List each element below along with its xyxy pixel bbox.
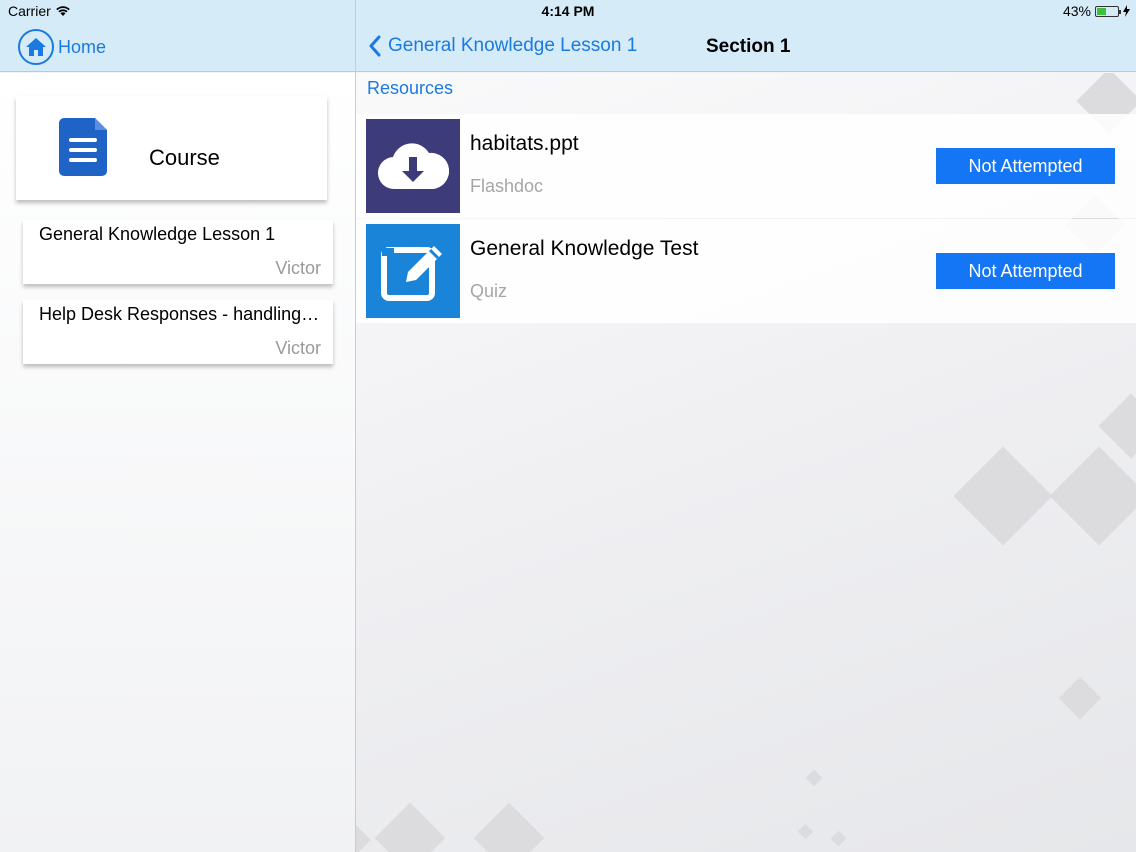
- charging-icon: [1123, 5, 1130, 17]
- background-decoration: [1098, 393, 1136, 459]
- lesson-item[interactable]: Help Desk Responses - handling difficult…: [23, 300, 333, 364]
- battery-icon: [1095, 5, 1121, 17]
- resource-type: Quiz: [470, 281, 508, 301]
- lesson-title: Help Desk Responses - handling difficult…: [39, 304, 324, 324]
- battery-percent: 43%: [1062, 3, 1091, 19]
- course-label: Course: [149, 145, 220, 170]
- background-decoration: [797, 823, 814, 840]
- background-decoration: [953, 446, 1053, 546]
- background-decoration: [1049, 446, 1136, 546]
- sidebar: Course General Knowledge Lesson 1 Victor…: [0, 73, 355, 852]
- main-content: Resources habitats.ppt Flashdoc Not Atte…: [356, 73, 1136, 852]
- home-icon: [18, 29, 54, 65]
- home-button[interactable]: Home: [18, 29, 106, 65]
- cloud-download-icon: [378, 143, 449, 190]
- resource-row[interactable]: General Knowledge Test Quiz Not Attempte…: [356, 219, 1136, 323]
- document-icon: [59, 118, 107, 176]
- clock: 4:14 PM: [541, 3, 595, 19]
- lesson-author: Victor: [275, 258, 321, 278]
- course-card[interactable]: Course: [16, 96, 327, 200]
- background-decoration: [830, 830, 847, 847]
- resource-row[interactable]: habitats.ppt Flashdoc Not Attempted: [356, 114, 1136, 218]
- lesson-item[interactable]: General Knowledge Lesson 1 Victor: [23, 220, 333, 284]
- background-decoration: [1058, 676, 1102, 720]
- background-decoration: [473, 802, 545, 852]
- status-button[interactable]: Not Attempted: [936, 253, 1115, 289]
- resource-type: Flashdoc: [470, 176, 544, 196]
- section-header: Resources: [367, 78, 454, 98]
- lesson-title: General Knowledge Lesson 1: [39, 224, 276, 244]
- lesson-author: Victor: [275, 338, 321, 358]
- status-bar: Carrier 4:14 PM 43%: [0, 0, 1136, 22]
- battery-status: 43%: [1063, 3, 1130, 19]
- background-decoration: [805, 769, 823, 787]
- background-decoration: [374, 802, 446, 852]
- home-label: Home: [58, 36, 107, 57]
- status-button[interactable]: Not Attempted: [936, 148, 1115, 184]
- resource-thumbnail: [366, 119, 460, 213]
- back-label: General Knowledge Lesson 1: [388, 35, 638, 56]
- resource-name: General Knowledge Test: [470, 237, 699, 260]
- chevron-left-icon: [369, 35, 381, 57]
- page-title: Section 1: [706, 36, 791, 57]
- back-button[interactable]: General Knowledge Lesson 1: [368, 35, 637, 57]
- resource-name: habitats.ppt: [470, 132, 579, 155]
- navigation-bar: Home General Knowledge Lesson 1 Section …: [0, 22, 1136, 72]
- background-decoration: [356, 823, 371, 852]
- resource-thumbnail: [366, 224, 460, 318]
- pane-divider: [355, 0, 356, 852]
- edit-icon: [381, 246, 442, 301]
